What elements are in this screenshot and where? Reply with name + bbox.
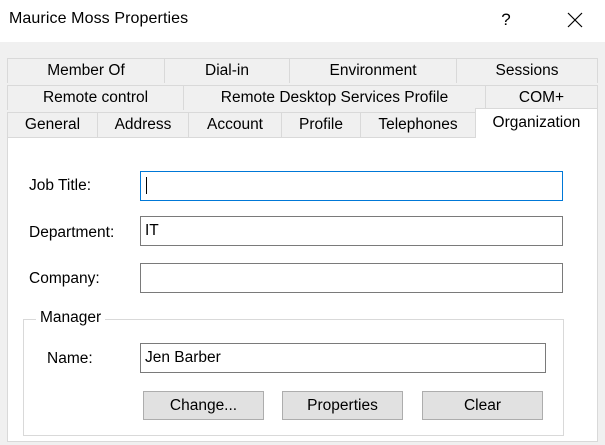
department-input[interactable]: IT xyxy=(140,216,563,246)
job-title-label: Job Title: xyxy=(29,177,92,194)
job-title-input[interactable] xyxy=(140,171,563,201)
tab-member-of[interactable]: Member Of xyxy=(7,58,165,83)
tab-dial-in[interactable]: Dial-in xyxy=(164,58,290,83)
manager-group-title: Manager xyxy=(36,309,106,327)
department-label: Department: xyxy=(29,224,115,241)
tab-general[interactable]: General xyxy=(7,112,98,137)
change-button[interactable]: Change... xyxy=(143,391,264,420)
tab-environment[interactable]: Environment xyxy=(289,58,457,83)
company-input[interactable] xyxy=(140,263,563,293)
tab-remote-control[interactable]: Remote control xyxy=(7,85,184,110)
text-cursor xyxy=(146,177,147,195)
tab-sessions[interactable]: Sessions xyxy=(456,58,598,83)
close-icon xyxy=(567,12,583,28)
close-button[interactable] xyxy=(552,4,598,36)
help-button[interactable]: ? xyxy=(486,4,526,36)
clear-button[interactable]: Clear xyxy=(422,391,543,420)
properties-button[interactable]: Properties xyxy=(282,391,403,420)
manager-name-field[interactable]: Jen Barber xyxy=(140,343,546,373)
tab-address[interactable]: Address xyxy=(97,112,189,137)
tab-organization[interactable]: Organization xyxy=(475,108,598,138)
help-icon: ? xyxy=(501,10,511,29)
manager-name-value: Jen Barber xyxy=(145,349,221,366)
window-title: Maurice Moss Properties xyxy=(9,10,189,27)
tab-remote-desktop-services-profile[interactable]: Remote Desktop Services Profile xyxy=(183,85,486,110)
manager-name-label: Name: xyxy=(47,350,93,367)
tab-com-plus[interactable]: COM+ xyxy=(485,85,598,110)
tab-telephones[interactable]: Telephones xyxy=(360,112,476,137)
company-label: Company: xyxy=(29,270,100,287)
tab-profile[interactable]: Profile xyxy=(281,112,361,137)
tab-account[interactable]: Account xyxy=(188,112,282,137)
department-value: IT xyxy=(145,222,159,239)
title-bar: Maurice Moss Properties ? xyxy=(0,0,605,42)
